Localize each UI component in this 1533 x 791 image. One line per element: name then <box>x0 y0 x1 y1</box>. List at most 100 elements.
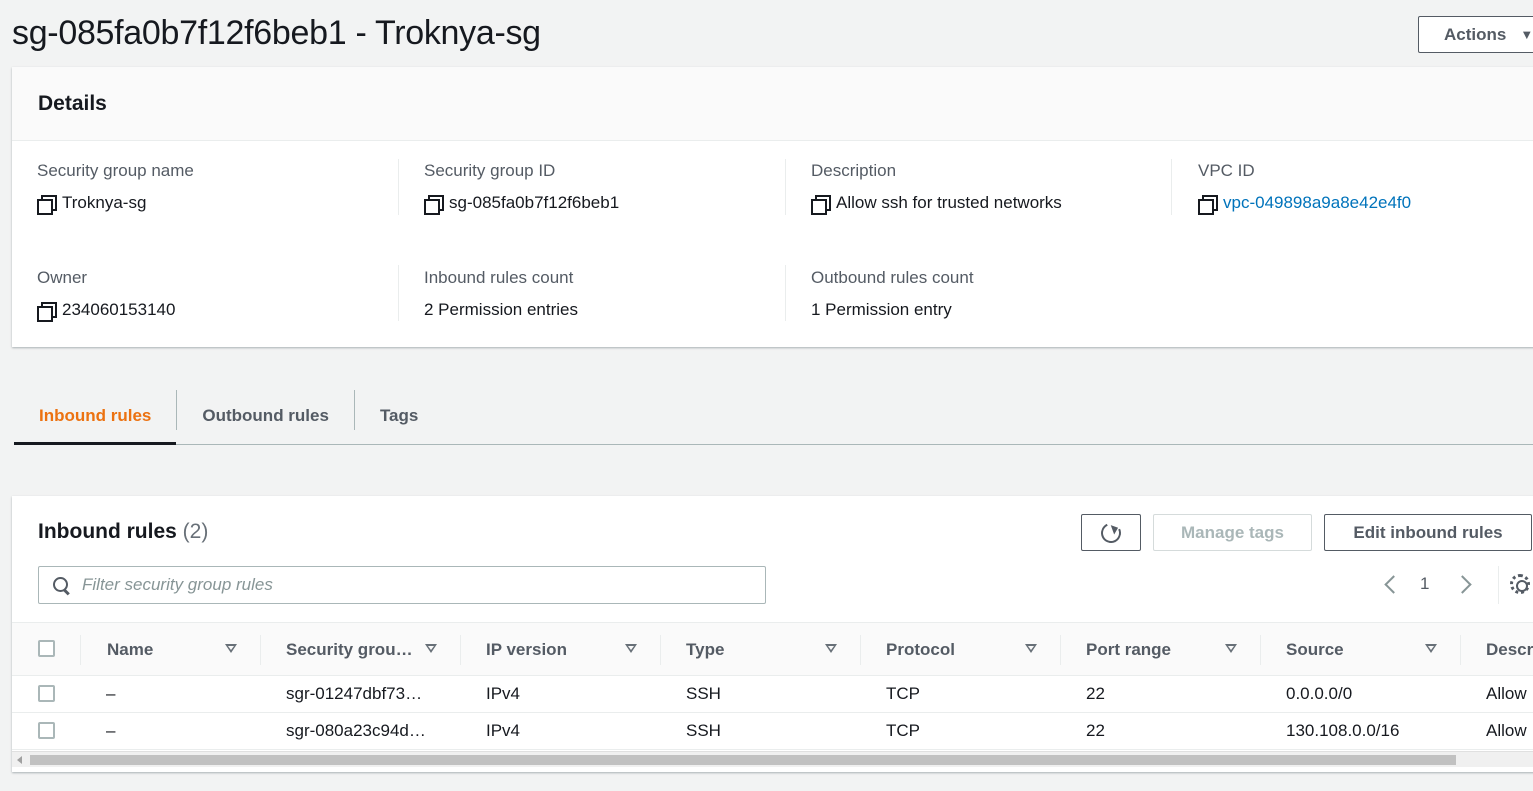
column-divider <box>660 635 661 665</box>
column-header-ip-version[interactable]: IP version <box>486 623 567 676</box>
details-panel: Details Security group name Troknya-sg S… <box>12 67 1533 347</box>
field-owner: Owner 234060153140 <box>37 268 175 322</box>
field-value: Allow ssh for trusted networks <box>836 193 1062 212</box>
cell-type: SSH <box>686 684 721 703</box>
field-label: Inbound rules count <box>424 268 574 287</box>
tab-inbound-rules[interactable]: Inbound rules <box>14 388 177 445</box>
cell-name: – <box>106 721 116 740</box>
cell-port-range: 22 <box>1086 684 1105 703</box>
field-label: Outbound rules count <box>811 268 974 287</box>
select-all-checkbox[interactable] <box>38 640 55 657</box>
field-vpc-id: VPC ID vpc-049898a9a8e42e4f0 <box>1198 161 1411 215</box>
caret-down-icon: ▼ <box>1520 27 1533 42</box>
sort-icon[interactable] <box>225 644 237 653</box>
refresh-button[interactable] <box>1081 514 1141 551</box>
sort-icon[interactable] <box>425 644 437 653</box>
cell-name: – <box>106 684 116 703</box>
field-description: Description Allow ssh for trusted networ… <box>811 161 1062 215</box>
scroll-thumb[interactable] <box>30 755 1456 765</box>
actions-label: Actions <box>1444 24 1507 44</box>
field-value: 1 Permission entry <box>811 300 952 319</box>
column-divider <box>80 635 81 665</box>
field-value: 2 Permission entries <box>424 300 579 319</box>
field-value: sg-085fa0b7f12f6beb1 <box>449 193 620 212</box>
field-inbound-count: Inbound rules count 2 Permission entries <box>424 268 578 320</box>
copy-icon[interactable] <box>37 194 57 215</box>
sort-icon[interactable] <box>1025 644 1037 653</box>
next-page-icon[interactable] <box>1458 572 1472 596</box>
sort-icon[interactable] <box>1225 644 1237 653</box>
inbound-rules-panel: Inbound rules (2) Manage tags Edit inbou… <box>12 496 1533 772</box>
column-divider <box>860 635 861 665</box>
sort-icon[interactable] <box>625 644 637 653</box>
divider <box>785 159 786 215</box>
column-header-description[interactable]: Descr <box>1486 623 1533 676</box>
page-title: sg-085fa0b7f12f6beb1 - Troknya-sg <box>12 14 541 52</box>
refresh-icon <box>1098 519 1124 546</box>
scroll-left-icon[interactable] <box>17 756 22 764</box>
row-checkbox[interactable] <box>38 722 55 739</box>
column-header-name[interactable]: Name <box>107 623 153 676</box>
search-icon <box>53 576 70 594</box>
tab-tags[interactable]: Tags <box>355 388 443 444</box>
tab-outbound-rules[interactable]: Outbound rules <box>177 388 354 444</box>
divider <box>785 265 786 321</box>
column-divider <box>1260 635 1261 665</box>
cell-type: SSH <box>686 721 721 740</box>
copy-icon[interactable] <box>37 301 57 322</box>
field-label: VPC ID <box>1198 161 1255 180</box>
details-header: Details <box>12 67 1533 141</box>
column-divider <box>1460 635 1461 665</box>
table-header: Name Security grou… IP version Type Prot… <box>12 622 1533 676</box>
edit-inbound-rules-button[interactable]: Edit inbound rules <box>1324 514 1532 551</box>
field-label: Description <box>811 161 897 180</box>
cell-port-range: 22 <box>1086 721 1105 740</box>
cell-rule-id: sgr-080a23c94d… <box>286 721 426 740</box>
copy-icon[interactable] <box>811 194 831 215</box>
cell-protocol: TCP <box>886 684 920 703</box>
divider <box>398 265 399 321</box>
filter-box <box>38 566 766 604</box>
horizontal-scrollbar[interactable] <box>12 751 1533 767</box>
tab-bar: Inbound rules Outbound rules Tags <box>14 388 1533 445</box>
copy-icon[interactable] <box>424 194 444 215</box>
sort-icon[interactable] <box>825 644 837 653</box>
column-header-type[interactable]: Type <box>686 623 724 676</box>
cell-source: 130.108.0.0/16 <box>1286 721 1400 740</box>
gear-icon[interactable] <box>1510 574 1530 594</box>
cell-protocol: TCP <box>886 721 920 740</box>
cell-source: 0.0.0.0/0 <box>1286 684 1353 703</box>
manage-tags-button[interactable]: Manage tags <box>1153 514 1312 551</box>
table-row[interactable]: – sgr-01247dbf73… IPv4 SSH TCP 22 0.0.0.… <box>12 676 1533 713</box>
divider <box>1171 159 1172 215</box>
sort-icon[interactable] <box>1425 644 1437 653</box>
column-header-security-group-rule[interactable]: Security grou… <box>286 623 413 676</box>
field-sg-id: Security group ID sg-085fa0b7f12f6beb1 <box>424 161 620 215</box>
prev-page-icon[interactable] <box>1383 572 1397 596</box>
cell-description: Allow <box>1486 684 1527 703</box>
row-checkbox[interactable] <box>38 685 55 702</box>
column-header-port-range[interactable]: Port range <box>1086 623 1171 676</box>
actions-button[interactable]: Actions ▼ <box>1418 16 1533 53</box>
cell-rule-id: sgr-01247dbf73… <box>286 684 423 703</box>
field-sg-name: Security group name Troknya-sg <box>37 161 194 215</box>
divider <box>1498 566 1499 604</box>
column-header-protocol[interactable]: Protocol <box>886 623 955 676</box>
field-label: Owner <box>37 268 88 287</box>
column-divider <box>1060 635 1061 665</box>
field-label: Security group ID <box>424 161 556 180</box>
column-header-source[interactable]: Source <box>1286 623 1344 676</box>
vpc-id-link[interactable]: vpc-049898a9a8e42e4f0 <box>1223 193 1411 213</box>
cell-ip-version: IPv4 <box>486 684 521 703</box>
filter-input[interactable] <box>82 575 742 595</box>
field-outbound-count: Outbound rules count 1 Permission entry <box>811 268 974 320</box>
page-number[interactable]: 1 <box>1420 574 1429 594</box>
copy-icon[interactable] <box>1198 194 1218 215</box>
table-row[interactable]: – sgr-080a23c94d… IPv4 SSH TCP 22 130.10… <box>12 713 1533 750</box>
inbound-rules-table: Name Security grou… IP version Type Prot… <box>12 622 1533 750</box>
inbound-rules-count: (2) <box>182 520 209 543</box>
field-value: Troknya-sg <box>62 193 147 212</box>
column-divider <box>460 635 461 665</box>
inbound-rules-title: Inbound rules (2) <box>38 520 208 544</box>
divider <box>398 159 399 215</box>
